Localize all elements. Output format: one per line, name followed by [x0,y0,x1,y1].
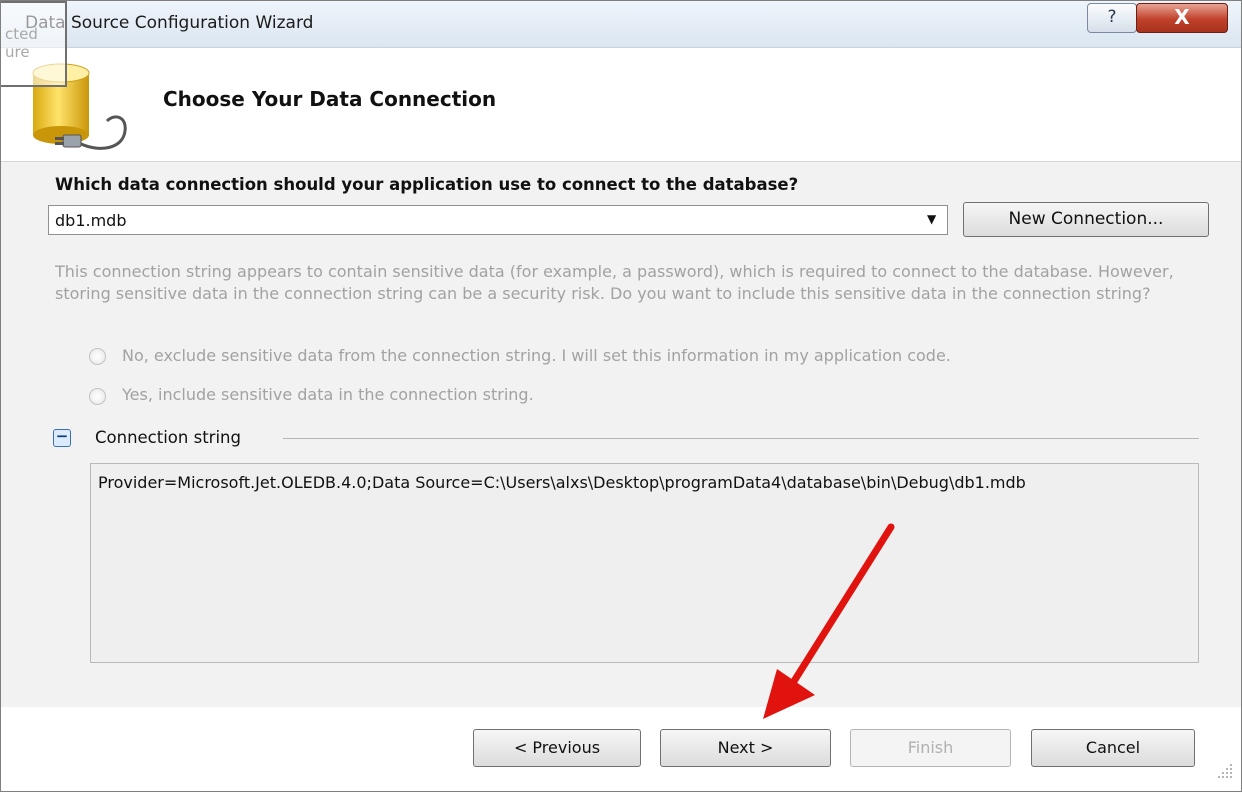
previous-button[interactable]: < Previous [473,729,641,767]
next-button[interactable]: Next > [660,729,831,767]
section-divider [283,438,1199,439]
radio-include-sensitive[interactable] [89,388,106,405]
resize-grip-icon[interactable] [1215,761,1235,781]
cancel-button[interactable]: Cancel [1031,729,1195,767]
background-window-fragment: cted ure [1,1,67,87]
connection-string-box[interactable]: Provider=Microsoft.Jet.OLEDB.4.0;Data So… [90,463,1199,663]
connection-question: Which data connection should your applic… [55,175,799,194]
connection-string-value: Provider=Microsoft.Jet.OLEDB.4.0;Data So… [98,473,1026,492]
dropdown-arrow-icon[interactable]: ▼ [927,212,936,226]
fragment-text-1: cted [5,25,38,43]
radio-exclude-sensitive-label: No, exclude sensitive data from the conn… [122,346,951,365]
window-title: Data Source Configuration Wizard [25,13,314,33]
radio-exclude-sensitive[interactable] [89,348,106,365]
collapse-icon[interactable]: − [53,429,71,447]
radio-include-sensitive-label: Yes, include sensitive data in the conne… [122,385,534,404]
connection-dropdown[interactable]: db1.mdb ▼ [48,205,948,235]
connection-dropdown-value: db1.mdb [55,211,127,230]
page-title: Choose Your Data Connection [163,87,497,111]
title-bar: Data Source Configuration Wizard ? X [1,1,1241,48]
finish-button[interactable]: Finish [850,729,1011,767]
fragment-text-2: ure [5,43,30,61]
wizard-window: Data Source Configuration Wizard ? X cte… [0,0,1242,792]
red-arrow-annotation [763,523,895,719]
close-button[interactable]: X [1136,3,1228,33]
sensitive-data-notice: This connection string appears to contai… [55,262,1174,303]
help-button[interactable]: ? [1087,3,1137,33]
new-connection-button[interactable]: New Connection... [963,202,1209,237]
connection-string-label: Connection string [95,428,241,447]
